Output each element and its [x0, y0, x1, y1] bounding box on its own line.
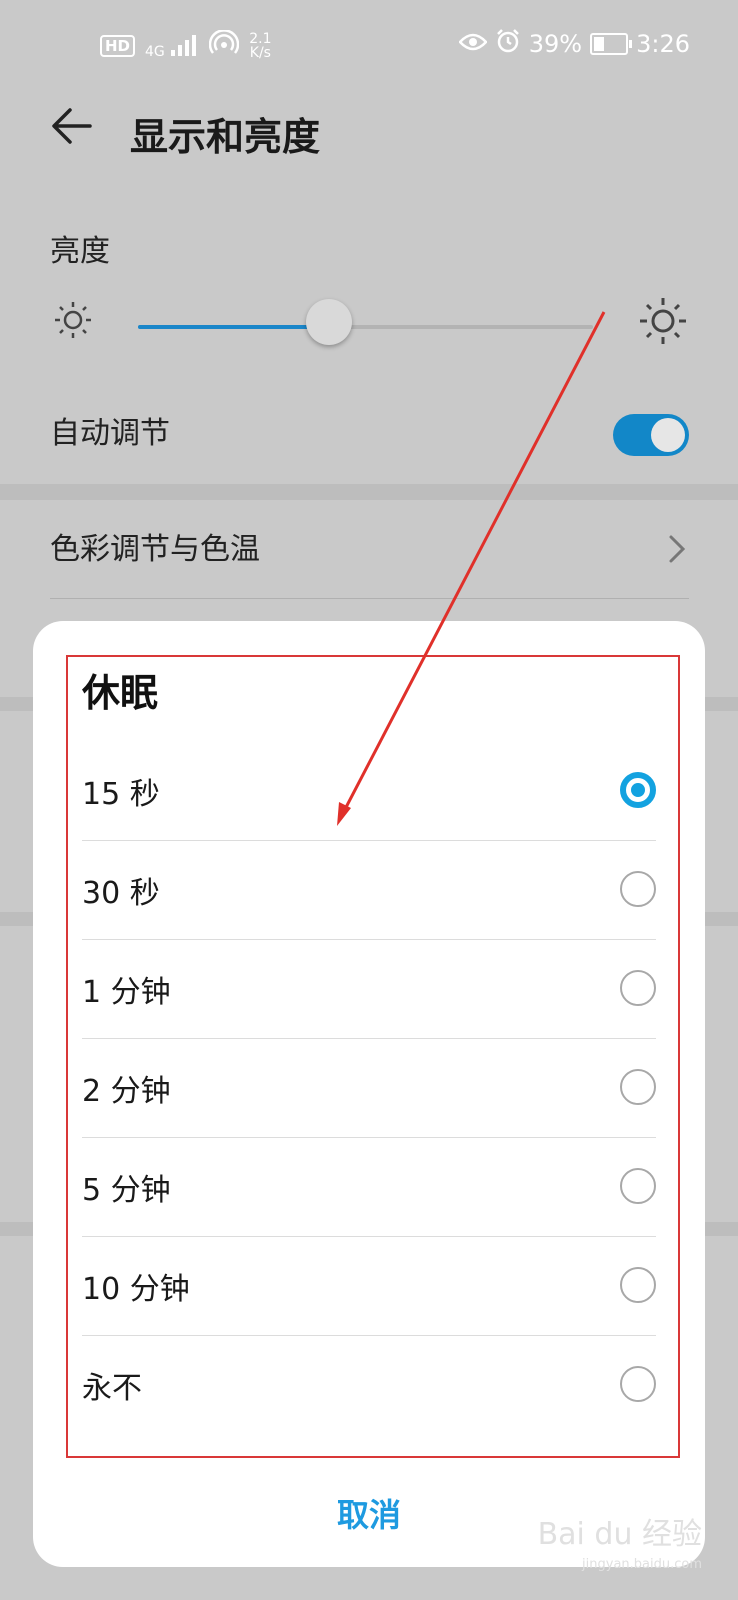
dialog-title: 休眠: [82, 671, 159, 715]
option-label: 5 分钟: [82, 1173, 171, 1208]
option-10min[interactable]: 10 分钟: [82, 1238, 656, 1336]
alarm-icon: [495, 28, 521, 60]
brightness-high-icon: [638, 296, 688, 346]
slider-thumb[interactable]: [306, 299, 353, 345]
brightness-low-icon: [51, 298, 101, 348]
radio-button[interactable]: [620, 1069, 656, 1105]
option-divider: [82, 1335, 656, 1336]
option-divider: [82, 939, 656, 940]
option-5min[interactable]: 5 分钟: [82, 1139, 656, 1237]
row-divider: [50, 598, 689, 599]
clock: 3:26: [636, 30, 690, 58]
network-type: 4G: [145, 43, 165, 60]
status-bar: HD 4G 2.1 K/s 39% 3:26: [0, 0, 738, 92]
battery-fill: [594, 37, 605, 51]
option-divider: [82, 840, 656, 841]
brightness-slider[interactable]: [138, 325, 593, 329]
option-2min[interactable]: 2 分钟: [82, 1040, 656, 1138]
option-15s[interactable]: 15 秒: [82, 743, 656, 841]
option-label: 永不: [82, 1371, 142, 1406]
option-divider: [82, 1038, 656, 1039]
watermark-brand: Bai du 经验: [537, 1517, 702, 1552]
option-divider: [82, 1137, 656, 1138]
color-temp-row[interactable]: 色彩调节与色温: [0, 500, 738, 598]
eye-icon: [458, 30, 488, 58]
auto-adjust-label: 自动调节: [50, 416, 170, 451]
color-temp-label: 色彩调节与色温: [50, 532, 260, 567]
chevron-right-icon: [667, 533, 689, 565]
watermark: Bai du 经验 jingyan.baidu.com: [538, 1520, 702, 1580]
option-label: 30 秒: [82, 876, 160, 911]
page-title: 显示和亮度: [130, 115, 321, 159]
speed-unit: K/s: [249, 45, 271, 61]
option-label: 2 分钟: [82, 1074, 171, 1109]
hotspot-icon: [208, 29, 240, 62]
signal-icon: 4G: [145, 34, 199, 59]
battery-percent: 39%: [528, 30, 583, 58]
toggle-knob: [651, 418, 685, 452]
radio-button[interactable]: [620, 970, 656, 1006]
speed-value: 2.1: [249, 31, 272, 47]
section-divider: [0, 484, 738, 500]
option-label: 15 秒: [82, 777, 160, 812]
radio-button[interactable]: [620, 1366, 656, 1402]
status-left: HD 4G 2.1 K/s: [100, 29, 272, 62]
radio-button[interactable]: [620, 871, 656, 907]
option-30s[interactable]: 30 秒: [82, 842, 656, 940]
status-right: 39% 3:26: [458, 28, 690, 60]
watermark-url: jingyan.baidu.com: [582, 1557, 702, 1572]
option-label: 1 分钟: [82, 975, 171, 1010]
option-1min[interactable]: 1 分钟: [82, 941, 656, 1039]
option-label: 10 分钟: [82, 1272, 190, 1307]
radio-button[interactable]: [620, 1168, 656, 1204]
option-divider: [82, 1236, 656, 1237]
radio-button[interactable]: [620, 772, 656, 808]
network-speed: 2.1 K/s: [249, 32, 271, 60]
back-button[interactable]: [50, 104, 100, 154]
auto-adjust-toggle[interactable]: [613, 414, 689, 456]
radio-button[interactable]: [620, 1267, 656, 1303]
battery-icon: [590, 33, 633, 55]
slider-fill: [138, 325, 330, 329]
option-never[interactable]: 永不: [82, 1337, 656, 1435]
brightness-label: 亮度: [50, 234, 110, 269]
hd-icon: HD: [100, 35, 136, 57]
back-arrow-icon: [52, 108, 92, 144]
